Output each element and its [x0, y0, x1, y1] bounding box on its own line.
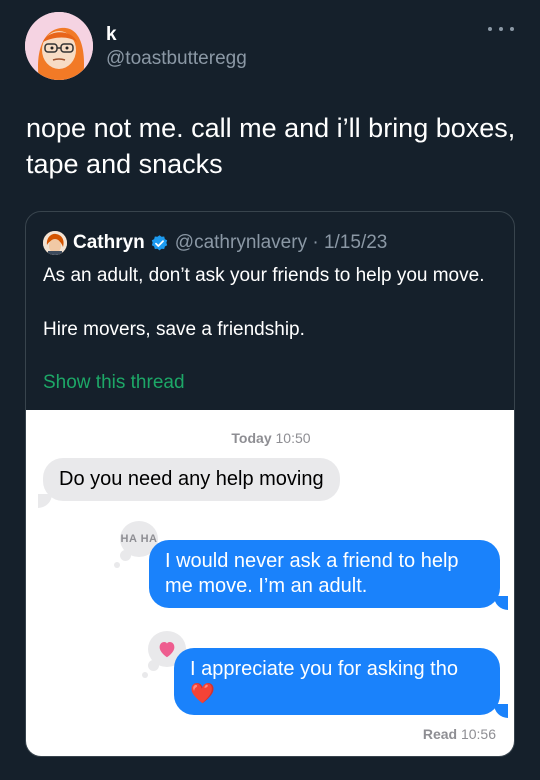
bubble-tail: [38, 494, 52, 508]
heart-icon: [159, 642, 175, 658]
message-text: Do you need any help moving: [59, 468, 324, 490]
tweet-text: nope not me. call me and i’ll bring boxe…: [26, 113, 523, 179]
quoted-tweet-header: Cathryn @cathrynlavery · 1/15/23: [43, 230, 387, 256]
quoted-handle-date[interactable]: @cathrynlavery · 1/15/23: [175, 232, 388, 254]
verified-badge-icon: [151, 234, 167, 250]
red-heart-emoji: ❤️: [190, 683, 215, 705]
quoted-author-name[interactable]: Cathryn: [73, 232, 145, 254]
sent-message-bubble: I appreciate you for asking tho ❤️: [174, 648, 500, 715]
avatar-illustration: [25, 12, 93, 80]
quoted-tweet-card[interactable]: Cathryn @cathrynlavery · 1/15/23 As an a…: [25, 211, 515, 757]
read-time: 10:56: [460, 726, 496, 742]
quoted-author-avatar[interactable]: [43, 231, 67, 255]
bubble-tail: [494, 704, 508, 718]
user-avatar[interactable]: [25, 12, 93, 80]
chat-timestamp-day: Today: [231, 430, 272, 446]
read-receipt: Read 10:56: [423, 726, 496, 742]
message-text: I would never ask a friend to help me mo…: [165, 550, 459, 597]
chat-timestamp-time: 10:50: [275, 430, 311, 446]
author-handle[interactable]: @toastbutteregg: [106, 48, 247, 70]
chat-timestamp: Today 10:50: [26, 430, 514, 446]
attached-chat-image[interactable]: Today 10:50 Do you need any help moving …: [26, 410, 514, 756]
sent-message-bubble: I would never ask a friend to help me mo…: [149, 540, 500, 608]
message-text: I appreciate you for asking tho: [190, 658, 458, 680]
quoted-tweet-text: As an adult, don’t ask your friends to h…: [43, 265, 485, 340]
received-message-bubble: Do you need any help moving: [43, 458, 340, 501]
more-options-icon[interactable]: [488, 22, 514, 36]
author-display-name[interactable]: k: [106, 24, 117, 46]
read-label: Read: [422, 726, 458, 742]
bubble-tail: [494, 596, 508, 610]
show-thread-link[interactable]: Show this thread: [43, 372, 185, 394]
haha-tapback-label: HA HA: [120, 533, 158, 545]
quoted-avatar-illustration: [43, 231, 67, 255]
